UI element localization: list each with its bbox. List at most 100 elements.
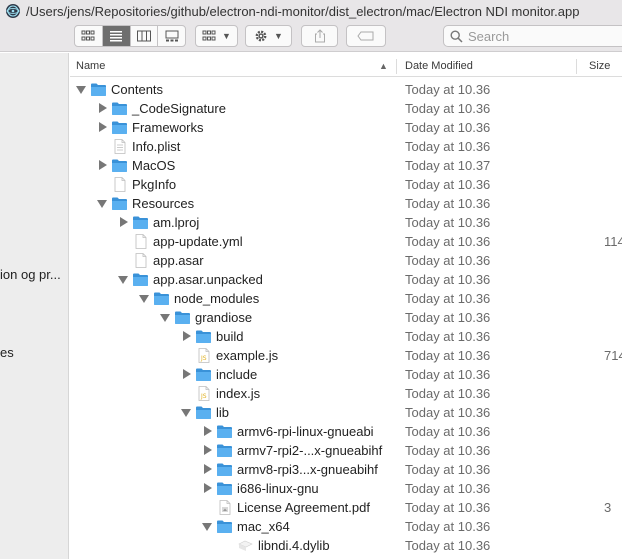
file-name: Resources <box>132 196 195 211</box>
column-divider[interactable] <box>396 59 397 74</box>
size-column-header[interactable]: Size <box>589 56 610 77</box>
date-modified: Today at 10.36 <box>405 120 491 135</box>
date-modified: Today at 10.36 <box>405 443 491 458</box>
file-name: grandiose <box>195 310 253 325</box>
file-name: armv7-rpi2-...x-gnueabihf <box>237 443 383 458</box>
share-button[interactable] <box>301 25 338 47</box>
date-modified: Today at 10.36 <box>405 386 491 401</box>
file-row[interactable]: JS example.js Today at 10.36 714 <box>70 346 622 365</box>
folder-icon <box>216 424 233 439</box>
file-name: index.js <box>216 386 261 401</box>
file-row[interactable]: _CodeSignature Today at 10.36 <box>70 99 622 118</box>
disclosure-closed-icon[interactable] <box>99 122 107 132</box>
file-row[interactable]: mac_x64 Today at 10.36 <box>70 517 622 536</box>
file-row[interactable]: armv6-rpi-linux-gnueabi Today at 10.36 <box>70 422 622 441</box>
file-name: Frameworks <box>132 120 204 135</box>
columns-icon <box>136 30 151 42</box>
date-modified: Today at 10.36 <box>405 253 491 268</box>
file-row[interactable]: Contents Today at 10.36 <box>70 80 622 99</box>
disclosure-closed-icon[interactable] <box>99 160 107 170</box>
gear-icon <box>255 30 267 42</box>
date-modified: Today at 10.36 <box>405 424 491 439</box>
disclosure-open-icon[interactable] <box>160 314 170 322</box>
name-column-header[interactable]: Name <box>76 56 105 77</box>
folder-icon <box>195 405 212 420</box>
date-modified: Today at 10.36 <box>405 538 491 553</box>
date-modified: Today at 10.36 <box>405 234 491 249</box>
sidebar-item-truncated-1[interactable]: ion og pr... <box>0 267 61 282</box>
file-row[interactable]: JS index.js Today at 10.36 <box>70 384 622 403</box>
disclosure-closed-icon[interactable] <box>183 331 191 341</box>
toolbar: ▼ ▼ <box>0 22 622 52</box>
file-name: Contents <box>111 82 164 97</box>
disclosure-closed-icon[interactable] <box>204 464 212 474</box>
date-modified: Today at 10.36 <box>405 405 491 420</box>
sidebar: ion og pr... es <box>0 53 69 559</box>
pdf-file-icon <box>216 500 233 515</box>
list-view-button[interactable] <box>102 26 131 46</box>
file-row[interactable]: build Today at 10.36 <box>70 327 622 346</box>
search-icon <box>450 29 463 43</box>
date-modified: Today at 10.36 <box>405 177 491 192</box>
file-row[interactable]: armv8-rpi3...x-gnueabihf Today at 10.36 <box>70 460 622 479</box>
disclosure-closed-icon[interactable] <box>183 369 191 379</box>
file-row[interactable]: Info.plist Today at 10.36 <box>70 137 622 156</box>
file-row[interactable]: libndi.4.dylib Today at 10.36 <box>70 536 622 555</box>
file-row[interactable]: am.lproj Today at 10.36 <box>70 213 622 232</box>
search-input[interactable] <box>468 28 618 44</box>
file-name: include <box>216 367 258 382</box>
file-row[interactable]: lib Today at 10.36 <box>70 403 622 422</box>
disclosure-closed-icon[interactable] <box>99 103 107 113</box>
disclosure-open-icon[interactable] <box>181 409 191 417</box>
file-row[interactable]: PkgInfo Today at 10.36 <box>70 175 622 194</box>
date-modified: Today at 10.36 <box>405 481 491 496</box>
gallery-view-button[interactable] <box>158 26 185 46</box>
disclosure-open-icon[interactable] <box>76 86 86 94</box>
disclosure-open-icon[interactable] <box>118 276 128 284</box>
date-modified: Today at 10.36 <box>405 101 491 116</box>
edit-tags-button[interactable] <box>346 25 386 47</box>
folder-icon <box>132 272 149 287</box>
file-name: app.asar.unpacked <box>153 272 263 287</box>
file-row[interactable]: Frameworks Today at 10.36 <box>70 118 622 137</box>
window-title: /Users/jens/Repositories/github/electron… <box>26 3 580 19</box>
date-modified-column-header[interactable]: Date Modified <box>405 56 473 77</box>
file-row[interactable]: MacOS Today at 10.37 <box>70 156 622 175</box>
disclosure-open-icon[interactable] <box>202 523 212 531</box>
disclosure-open-icon[interactable] <box>97 200 107 208</box>
disclosure-closed-icon[interactable] <box>204 426 212 436</box>
file-name: MacOS <box>132 158 176 173</box>
file-row[interactable]: include Today at 10.36 <box>70 365 622 384</box>
js-file-icon: JS <box>195 348 212 363</box>
file-row[interactable]: app-update.yml Today at 10.36 114 <box>70 232 622 251</box>
sidebar-item-truncated-2[interactable]: es <box>0 345 14 360</box>
gallery-icon <box>165 30 179 42</box>
group-by-button[interactable]: ▼ <box>195 25 238 47</box>
icon-view-button[interactable] <box>75 26 103 46</box>
date-modified: Today at 10.36 <box>405 500 491 515</box>
view-mode-switcher <box>74 25 186 47</box>
column-divider[interactable] <box>576 59 577 74</box>
file-row[interactable]: app.asar Today at 10.36 <box>70 251 622 270</box>
file-row[interactable]: node_modules Today at 10.36 <box>70 289 622 308</box>
disclosure-closed-icon[interactable] <box>204 445 212 455</box>
disclosure-closed-icon[interactable] <box>120 217 128 227</box>
share-icon <box>314 29 325 43</box>
disclosure-open-icon[interactable] <box>139 295 149 303</box>
file-row[interactable]: armv7-rpi2-...x-gnueabihf Today at 10.36 <box>70 441 622 460</box>
folder-icon <box>111 158 128 173</box>
list-lines-icon <box>110 31 123 42</box>
folder-icon <box>111 196 128 211</box>
search-field[interactable] <box>443 25 622 47</box>
file-row[interactable]: Resources Today at 10.36 <box>70 194 622 213</box>
file-row[interactable]: grandiose Today at 10.36 <box>70 308 622 327</box>
file-row[interactable]: i686-linux-gnu Today at 10.36 <box>70 479 622 498</box>
file-row[interactable]: app.asar.unpacked Today at 10.36 <box>70 270 622 289</box>
column-view-button[interactable] <box>131 26 159 46</box>
blank-file-icon <box>132 234 149 249</box>
action-button[interactable]: ▼ <box>245 25 292 47</box>
date-modified: Today at 10.36 <box>405 367 491 382</box>
disclosure-closed-icon[interactable] <box>204 483 212 493</box>
file-row[interactable]: License Agreement.pdf Today at 10.36 3 <box>70 498 622 517</box>
date-modified: Today at 10.36 <box>405 196 491 211</box>
